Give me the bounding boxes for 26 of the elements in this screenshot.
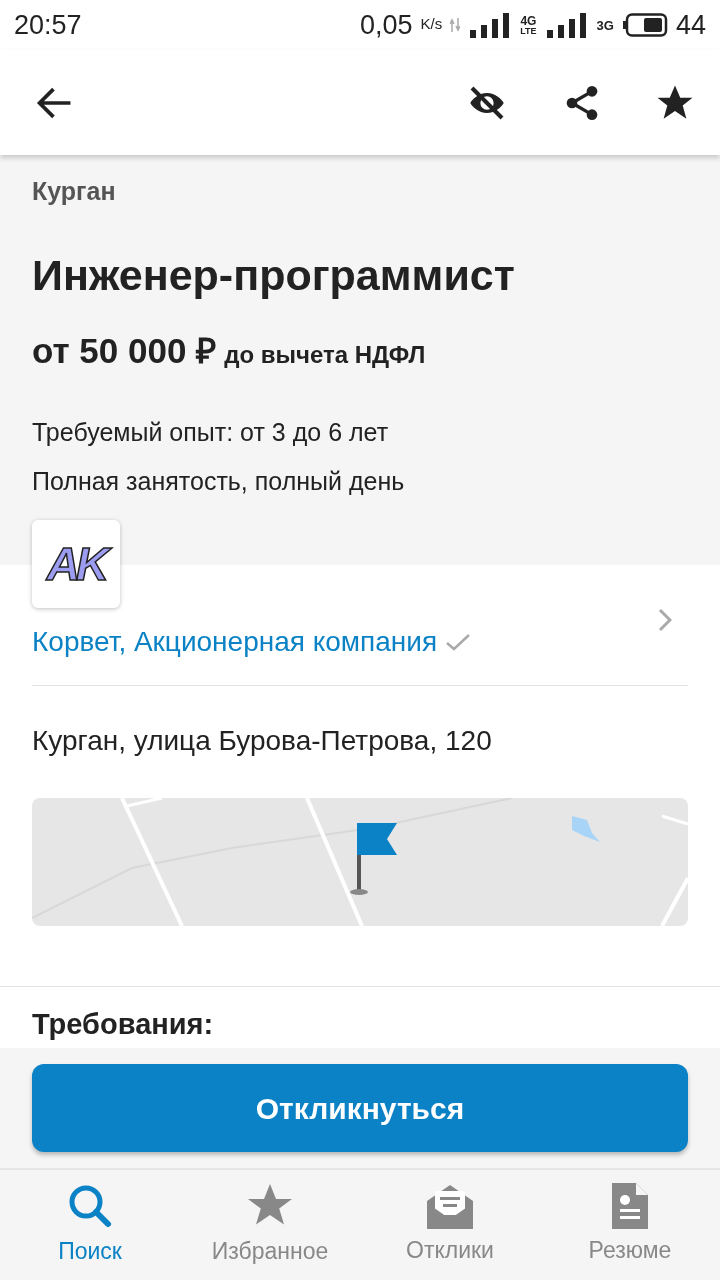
battery-icon bbox=[621, 13, 668, 37]
battery-level: 44 bbox=[675, 8, 706, 42]
signal-icon bbox=[544, 12, 589, 38]
company-link[interactable]: Корвет, Акционерная компания bbox=[32, 621, 438, 663]
nav-tab[interactable]: Избранное bbox=[180, 1181, 360, 1269]
apply-button[interactable]: Откликнуться bbox=[32, 1064, 688, 1152]
data-arrows-icon bbox=[450, 18, 461, 32]
network-type: 3G bbox=[596, 16, 614, 35]
section-heading: Требования: bbox=[32, 1007, 215, 1042]
document-icon bbox=[612, 1182, 648, 1229]
clock: 20:57 bbox=[14, 8, 82, 42]
salary: от 50 000 ₽ bbox=[32, 330, 217, 372]
speed-unit: K/s bbox=[420, 13, 443, 34]
network-speed: 0,05 bbox=[360, 8, 413, 42]
job-title: Инженер-программист bbox=[32, 249, 516, 301]
salary-note: до вычета НДФЛ bbox=[224, 340, 426, 370]
network-type: 4G bbox=[520, 14, 537, 27]
network-subtype: LTE bbox=[520, 26, 537, 36]
nav-tab[interactable]: Поиск bbox=[0, 1181, 180, 1269]
nav-tab[interactable]: Отклики bbox=[360, 1182, 540, 1268]
nav-tab[interactable]: Резюме bbox=[540, 1182, 720, 1268]
company-logo: AK bbox=[32, 520, 120, 608]
city-label: Курган bbox=[32, 176, 117, 207]
employment-text: Полная занятость, полный день bbox=[32, 466, 406, 497]
experience-text: Требуемый опыт: от 3 до 6 лет bbox=[32, 416, 390, 448]
address-text: Курган, улица Бурова-Петрова, 120 bbox=[32, 724, 493, 758]
